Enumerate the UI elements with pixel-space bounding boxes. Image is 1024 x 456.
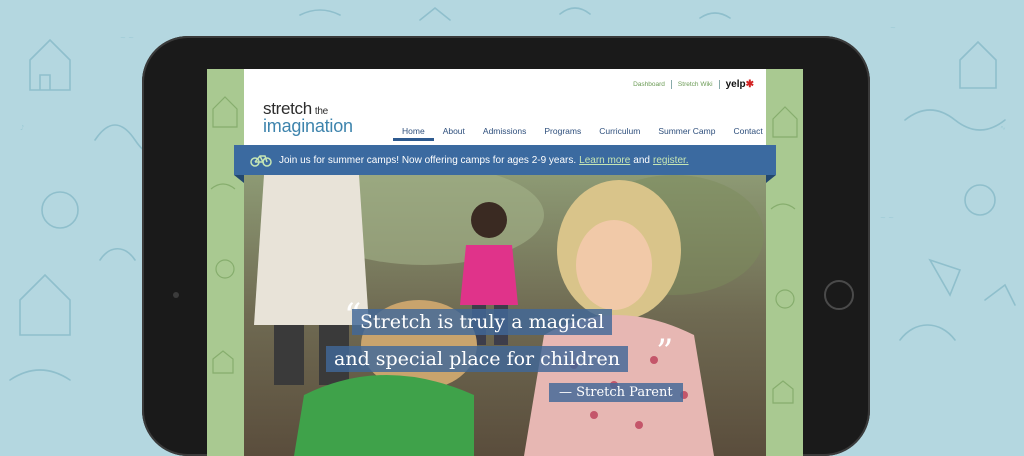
website: Dashboard Stretch Wiki yelp✱ stretch the …	[234, 69, 776, 456]
tablet-screen: Dashboard Stretch Wiki yelp✱ stretch the …	[207, 69, 803, 456]
yelp-label: yelp	[725, 79, 746, 90]
ribbon-fold	[766, 175, 776, 183]
site-logo[interactable]: stretch the imagination	[263, 100, 353, 135]
quote-line-2: and special place for children	[326, 346, 628, 372]
nav-about[interactable]: About	[434, 126, 474, 141]
yelp-link[interactable]: yelp✱	[726, 79, 754, 90]
bicycle-icon	[250, 155, 272, 167]
home-button[interactable]	[824, 280, 854, 310]
summer-camp-banner: Join us for summer camps! Now offering c…	[234, 145, 776, 175]
logo-imagination: imagination	[263, 116, 353, 136]
banner-and: and	[633, 154, 650, 166]
dashboard-link[interactable]: Dashboard	[633, 81, 665, 88]
svg-text:~ ~: ~ ~	[880, 214, 894, 222]
divider	[670, 80, 672, 89]
banner-text: Join us for summer camps! Now offering c…	[279, 154, 577, 166]
nav-admissions[interactable]: Admissions	[474, 126, 535, 141]
svg-text:∿: ∿	[1000, 124, 1006, 132]
close-quote-mark: ”	[656, 332, 674, 372]
quote-line-1: Stretch is truly a magical	[352, 309, 613, 335]
hero-photo: “ Stretch is truly a magical and special…	[244, 175, 766, 456]
svg-text:~ ~: ~ ~	[120, 34, 134, 42]
register-link[interactable]: register.	[653, 155, 689, 166]
wiki-link[interactable]: Stretch Wiki	[678, 81, 713, 88]
tablet-frame: Dashboard Stretch Wiki yelp✱ stretch the …	[142, 36, 870, 456]
nav-contact[interactable]: Contact	[724, 126, 771, 141]
testimonial-quote: “ Stretch is truly a magical and special…	[244, 175, 766, 456]
svg-text:♪: ♪	[20, 124, 24, 132]
top-utility-bar: Dashboard Stretch Wiki yelp✱	[633, 79, 754, 90]
nav-home[interactable]: Home	[393, 126, 434, 141]
nav-curriculum[interactable]: Curriculum	[590, 126, 649, 141]
divider	[718, 80, 720, 89]
svg-text:~: ~	[890, 24, 896, 32]
camera-icon	[173, 292, 179, 298]
ribbon-fold	[234, 175, 244, 183]
nav-summer-camp[interactable]: Summer Camp	[649, 126, 724, 141]
learn-more-link[interactable]: Learn more	[579, 155, 630, 166]
quote-attribution: — Stretch Parent	[549, 383, 683, 402]
nav-programs[interactable]: Programs	[535, 126, 590, 141]
yelp-burst-icon: ✱	[745, 79, 754, 90]
main-nav: Home About Admissions Programs Curriculu…	[393, 126, 772, 141]
